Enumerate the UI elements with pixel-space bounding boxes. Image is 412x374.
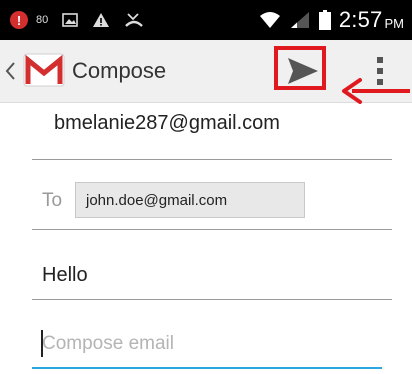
text-cursor xyxy=(41,330,43,357)
warning-icon xyxy=(93,13,110,27)
subject-field[interactable]: Hello xyxy=(42,264,88,287)
status-bar: ! 80 2:57 PM xyxy=(0,0,412,40)
image-icon xyxy=(62,13,79,27)
page-title: Compose xyxy=(72,58,167,83)
from-account[interactable]: bmelanie287@gmail.com xyxy=(54,112,280,135)
compose-body-input[interactable] xyxy=(32,324,382,364)
alert-icon: ! xyxy=(10,11,28,29)
gmail-logo xyxy=(23,53,65,87)
status-bar-system: 2:57 PM xyxy=(259,0,404,40)
to-label: To xyxy=(42,190,63,211)
from-divider xyxy=(32,159,392,160)
clock-ampm: PM xyxy=(384,15,405,31)
back-chevron-icon[interactable] xyxy=(2,56,18,86)
subject-divider xyxy=(32,299,392,300)
wifi-icon xyxy=(259,12,280,28)
annotation-arrow-icon xyxy=(342,78,410,104)
clock-time: 2:57 xyxy=(338,7,383,32)
battery-icon xyxy=(318,10,331,30)
to-recipient-chip[interactable]: john.doe@gmail.com xyxy=(75,182,305,218)
cell-signal-icon xyxy=(290,12,309,28)
to-recipient-text: john.doe@gmail.com xyxy=(86,191,228,209)
signal-value: 80 xyxy=(36,14,49,26)
send-highlight-box xyxy=(274,46,326,90)
missed-call-icon xyxy=(125,13,144,27)
status-bar-notifications: ! 80 xyxy=(10,0,144,40)
body-focus-underline xyxy=(32,367,382,369)
to-divider xyxy=(32,229,392,230)
